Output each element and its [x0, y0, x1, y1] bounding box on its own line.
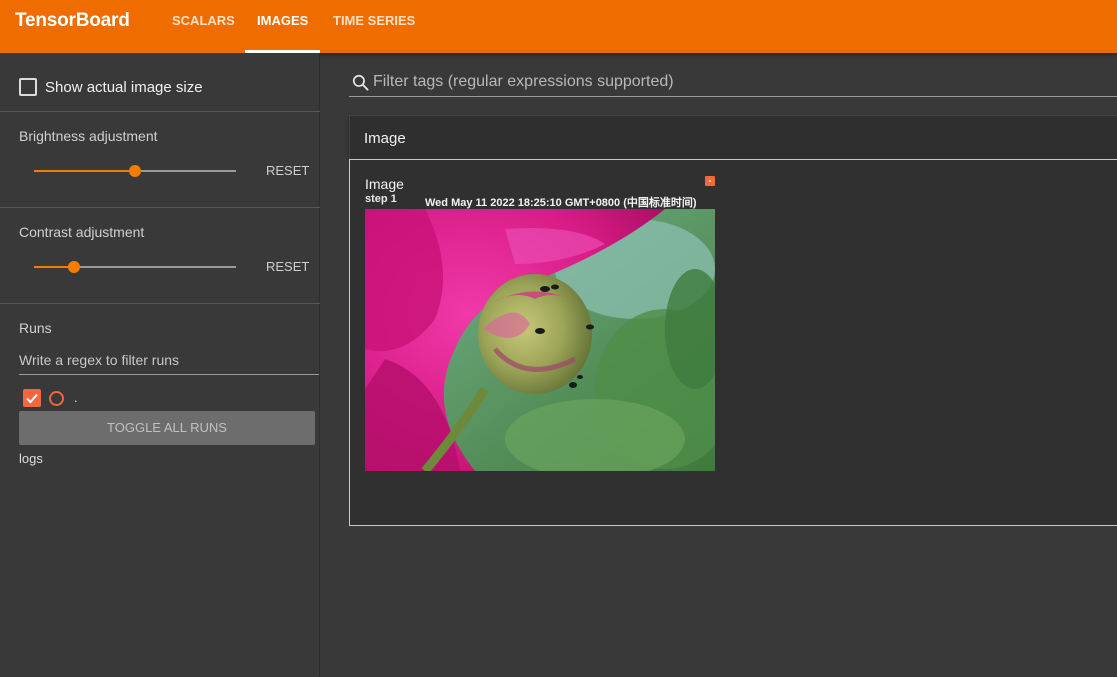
image-card-title: Image [365, 176, 404, 192]
run-checkbox[interactable] [23, 389, 41, 407]
image-timestamp: Wed May 11 2022 18:25:10 GMT+0800 (中国标准时… [425, 197, 697, 209]
runs-title: Runs [19, 320, 52, 336]
peony-bud-image [365, 209, 715, 471]
show-actual-size-label: Show actual image size [45, 78, 203, 96]
tab-scalars[interactable]: SCALARS [172, 13, 235, 28]
run-item[interactable]: . [23, 389, 78, 407]
slider-thumb[interactable] [129, 165, 141, 177]
slider-track-fill [34, 170, 135, 172]
run-name: . [74, 390, 78, 405]
contrast-reset-button[interactable]: RESET [266, 259, 309, 274]
tag-filter-input[interactable]: Filter tags (regular expressions support… [349, 70, 1117, 97]
run-color-swatch [705, 176, 715, 186]
runs-filter-input[interactable]: Write a regex to filter runs [19, 345, 319, 375]
search-icon [352, 74, 369, 91]
contrast-title: Contrast adjustment [19, 224, 145, 240]
brightness-reset-button[interactable]: RESET [266, 163, 309, 178]
brightness-slider[interactable] [34, 164, 236, 178]
show-actual-size-checkbox[interactable] [19, 78, 37, 96]
image-step-label: step 1 [365, 193, 397, 205]
divider [0, 111, 320, 112]
divider [0, 207, 320, 208]
slider-thumb[interactable] [68, 261, 81, 273]
tag-group-header[interactable]: Image [349, 115, 1117, 159]
divider [0, 303, 320, 304]
image-preview[interactable] [365, 209, 715, 471]
run-color-circle-icon[interactable] [49, 390, 64, 406]
check-icon [26, 393, 38, 404]
tab-time-series[interactable]: TIME SERIES [333, 13, 415, 28]
brightness-title: Brightness adjustment [19, 128, 158, 144]
tag-group-title: Image [364, 130, 406, 147]
contrast-slider[interactable] [34, 260, 236, 274]
tab-images[interactable]: IMAGES [257, 13, 308, 28]
image-card: Image step 1 Wed May 11 2022 18:25:10 GM… [349, 159, 1117, 526]
log-directory-label: logs [19, 451, 43, 466]
top-app-bar: TensorBoard SCALARS IMAGES TIME SERIES [0, 0, 1117, 53]
app-title: TensorBoard [15, 10, 130, 31]
tag-filter-placeholder: Filter tags (regular expressions support… [373, 73, 674, 90]
sidebar: Show actual image size Brightness adjust… [0, 53, 320, 677]
toggle-all-runs-button[interactable]: TOGGLE ALL RUNS [19, 411, 315, 445]
show-actual-size-toggle[interactable]: Show actual image size [19, 78, 203, 96]
